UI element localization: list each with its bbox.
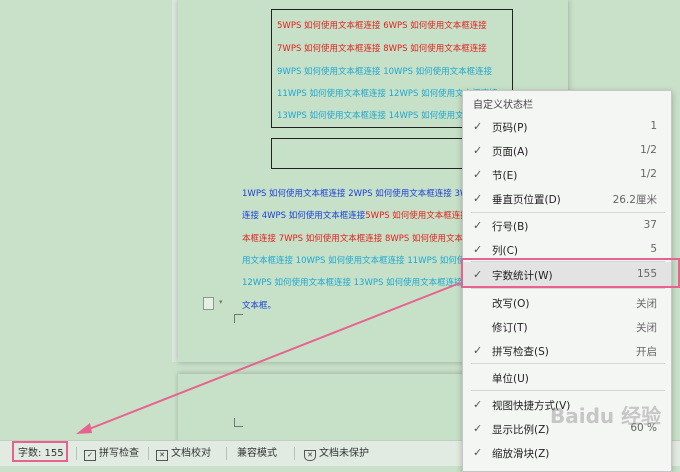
annotation-arrow (76, 282, 461, 434)
